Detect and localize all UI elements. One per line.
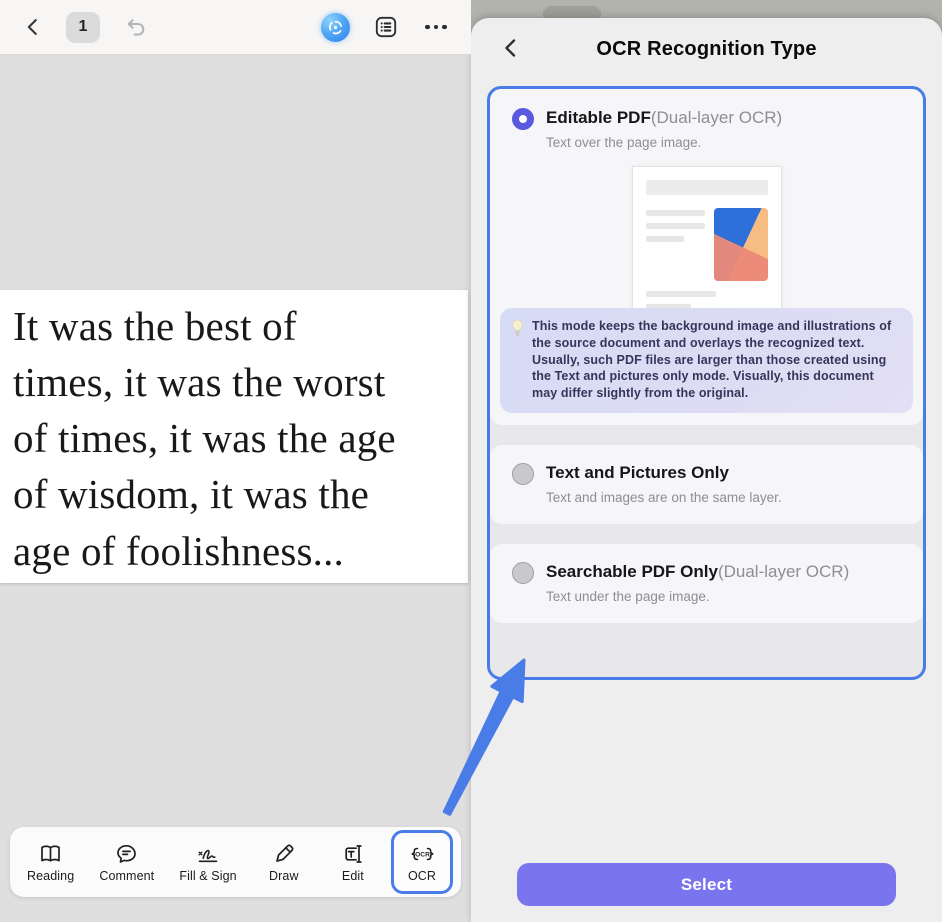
- lightbulb-icon: [512, 319, 523, 336]
- tool-edit[interactable]: Edit: [322, 834, 384, 891]
- tool-label: Draw: [269, 868, 299, 883]
- option-title: Searchable PDF Only: [546, 561, 718, 581]
- option-title-suffix: (Dual-layer OCR): [650, 108, 783, 127]
- tool-label: Fill & Sign: [179, 868, 237, 883]
- radio-selected[interactable]: [512, 108, 534, 130]
- radio-unselected[interactable]: [512, 561, 534, 584]
- page-number-badge[interactable]: 1: [66, 11, 100, 43]
- tool-label: OCR: [407, 868, 437, 883]
- sheet-title: OCR Recognition Type: [596, 37, 817, 60]
- outline-list-icon[interactable]: [373, 14, 399, 40]
- tool-ocr[interactable]: OCR OCR: [391, 830, 453, 894]
- pdf-page-text: It was the best of times, it was the wor…: [13, 303, 396, 574]
- tool-label: Reading: [27, 868, 75, 883]
- tool-fill-sign[interactable]: Fill & Sign: [170, 834, 245, 891]
- options-divider: [490, 523, 923, 544]
- ocr-sheet: OCR Recognition Type Editable PDF(Dual-l…: [471, 18, 942, 922]
- mode-info-text: This mode keeps the background image and…: [532, 319, 892, 400]
- ocr-scan-icon: OCR: [411, 847, 433, 860]
- tool-reading[interactable]: Reading: [18, 834, 83, 891]
- sheet-back-icon[interactable]: [499, 36, 523, 60]
- option-title: Text and Pictures Only: [546, 462, 729, 482]
- option-subtitle: Text under the page image.: [546, 588, 710, 604]
- ai-assistant-icon[interactable]: [321, 12, 350, 42]
- comment-icon: [117, 844, 137, 863]
- marker-pen-icon: [275, 844, 294, 862]
- tool-comment[interactable]: Comment: [90, 834, 163, 891]
- svg-text:OCR: OCR: [415, 851, 430, 858]
- option-title-suffix: (Dual-layer OCR): [717, 561, 850, 581]
- select-button[interactable]: Select: [517, 863, 896, 906]
- option-titles: Searchable PDF Only(Dual-layer OCR) Text…: [546, 561, 849, 604]
- signature-icon: [198, 849, 218, 862]
- illustration-photo-building-sky: [713, 208, 768, 281]
- pdf-page[interactable]: It was the best of times, it was the wor…: [0, 290, 468, 583]
- options-divider: [490, 424, 923, 445]
- more-options-icon[interactable]: [423, 14, 449, 40]
- option-titles: Text and Pictures Only Text and images a…: [546, 462, 782, 505]
- edit-text-icon: [345, 844, 362, 863]
- ocr-options-group: Editable PDF(Dual-layer OCR) Text over t…: [487, 86, 926, 680]
- radio-unselected[interactable]: [512, 462, 534, 485]
- mode-info-box: This mode keeps the background image and…: [500, 308, 913, 413]
- option-searchable-pdf-only[interactable]: Searchable PDF Only(Dual-layer OCR) Text…: [490, 543, 923, 623]
- page-number: 1: [78, 18, 88, 35]
- app-window: 1 It was the best of times, it was the w…: [0, 0, 942, 922]
- viewer-topbar: 1: [0, 0, 471, 55]
- book-icon: [41, 844, 60, 862]
- sheet-header: OCR Recognition Type: [471, 18, 942, 80]
- pdf-viewer-panel: 1 It was the best of times, it was the w…: [0, 0, 471, 922]
- option-editable-pdf[interactable]: Editable PDF(Dual-layer OCR) Text over t…: [490, 89, 923, 425]
- option-subtitle: Text over the page image.: [546, 135, 702, 150]
- ocr-sheet-panel: OCR Recognition Type Editable PDF(Dual-l…: [471, 0, 942, 922]
- tool-draw[interactable]: Draw: [253, 834, 315, 891]
- undo-icon[interactable]: [124, 15, 148, 39]
- pdf-canvas[interactable]: It was the best of times, it was the wor…: [0, 55, 471, 922]
- mode-toolbar: Reading Comment Fill & Sign Draw Edit OC…: [10, 827, 461, 897]
- option-title: Editable PDF: [546, 108, 651, 127]
- option-subtitle: Text and images are on the same layer.: [546, 489, 782, 505]
- tool-label: Comment: [99, 868, 155, 883]
- option-titles: Editable PDF(Dual-layer OCR) Text over t…: [546, 107, 782, 150]
- back-icon[interactable]: [22, 16, 44, 38]
- option-text-pictures-only[interactable]: Text and Pictures Only Text and images a…: [490, 444, 923, 524]
- option-head: Editable PDF(Dual-layer OCR) Text over t…: [490, 89, 923, 150]
- tool-label: Edit: [341, 868, 364, 883]
